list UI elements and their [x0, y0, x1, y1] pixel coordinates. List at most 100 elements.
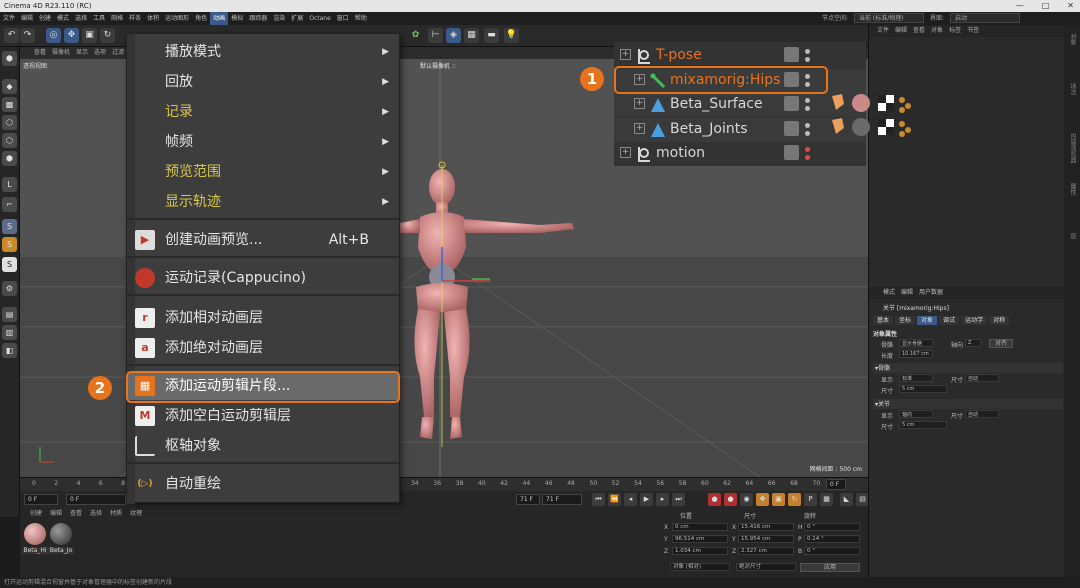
right-tab[interactable]: 层: [1068, 233, 1077, 239]
minimize-icon[interactable]: —: [1016, 0, 1024, 12]
undo-icon[interactable]: ↶: [4, 28, 19, 43]
goto-end-icon[interactable]: ⏭: [672, 493, 685, 506]
position-field[interactable]: 0 cm: [672, 523, 728, 531]
size-mode-select[interactable]: 绝对尺寸: [736, 563, 796, 571]
tag-icon[interactable]: ◈: [446, 28, 461, 43]
object-menu-item[interactable]: 查看: [913, 27, 925, 34]
keyframe-selection-icon[interactable]: ◉: [740, 493, 753, 506]
menu-item[interactable]: 文件: [0, 12, 18, 25]
texture-mode-icon[interactable]: ▩: [2, 97, 17, 112]
size-field[interactable]: 15.416 cm: [738, 523, 794, 531]
deformer-icon[interactable]: ✿: [408, 28, 423, 43]
material-menu-item[interactable]: 编辑: [50, 510, 62, 517]
menu-item[interactable]: r 添加相对动画层: [127, 304, 399, 332]
material-swatch[interactable]: Beta_Hi: [22, 523, 48, 554]
joints-section-header[interactable]: ▾关节: [873, 399, 1063, 409]
maximize-icon[interactable]: □: [1042, 0, 1050, 12]
grid-icon[interactable]: ▤: [2, 307, 17, 322]
editor-visibility-dot[interactable]: [805, 98, 810, 103]
bone-select[interactable]: 显示骨骼: [899, 339, 933, 347]
make-editable-icon[interactable]: ⬢: [2, 51, 17, 66]
menu-item[interactable]: 扩展: [288, 12, 306, 25]
length-field[interactable]: 10.167 cm: [899, 350, 933, 358]
render-visibility-dot[interactable]: [805, 130, 810, 136]
align-button[interactable]: 对齐: [989, 339, 1013, 348]
object-row[interactable]: + T-pose: [614, 44, 866, 68]
size-field[interactable]: 2.327 cm: [738, 547, 794, 555]
expand-icon[interactable]: +: [620, 49, 631, 60]
object-menu-item[interactable]: 编辑: [895, 27, 907, 34]
rotate-icon[interactable]: ↻: [100, 28, 115, 43]
menu-item[interactable]: 预览范围 ▶: [127, 158, 399, 186]
object-name[interactable]: T-pose: [656, 47, 702, 63]
axis-select[interactable]: Z: [965, 339, 981, 347]
scene-icon[interactable]: ▦: [464, 28, 479, 43]
material-menu-item[interactable]: 查看: [70, 510, 82, 517]
start-frame-field[interactable]: 0 F: [66, 494, 126, 505]
menu-item[interactable]: 模拟: [228, 12, 246, 25]
menu-item[interactable]: 记录 ▶: [127, 98, 399, 126]
right-tab[interactable]: 对象: [1068, 33, 1077, 45]
menu-item[interactable]: ◉ 运动记录(Cappucino): [127, 264, 399, 292]
material-menu-item[interactable]: 纹理: [130, 510, 142, 517]
viewport-menu-item[interactable]: 查看: [34, 49, 46, 56]
menu-item[interactable]: ▶ 创建动画预览... Alt+B: [127, 226, 399, 254]
menu-item[interactable]: M 添加空白运动剪辑层: [127, 402, 399, 430]
attribute-menu-item[interactable]: 编辑: [901, 289, 913, 296]
scale-icon[interactable]: ▣: [82, 28, 97, 43]
solo-icon[interactable]: S: [2, 237, 17, 252]
end-frame-field[interactable]: 71 F: [516, 494, 540, 505]
menu-item[interactable]: 样条: [126, 12, 144, 25]
goto-start-icon[interactable]: ⏮: [592, 493, 605, 506]
editor-visibility-dot[interactable]: [805, 147, 810, 152]
menu-item[interactable]: 枢轴对象: [127, 432, 399, 460]
lock-icon[interactable]: ⚙: [2, 281, 17, 296]
object-name[interactable]: Beta_Joints: [670, 121, 748, 137]
object-menu-item[interactable]: 书签: [967, 27, 979, 34]
menu-item[interactable]: 体积: [144, 12, 162, 25]
bone-size-mode-select[interactable]: 自动: [965, 374, 999, 382]
camera-icon[interactable]: ▬: [484, 28, 499, 43]
menu-item[interactable]: 显示轨迹 ▶: [127, 188, 399, 216]
menu-item[interactable]: a 添加绝对动画层: [127, 334, 399, 362]
close-icon[interactable]: ✕: [1067, 0, 1074, 12]
attribute-tab[interactable]: 对象: [917, 316, 938, 325]
viewport-menu-item[interactable]: 过滤: [112, 49, 124, 56]
render-visibility-dot[interactable]: [805, 57, 810, 62]
menu-item[interactable]: 角色: [192, 12, 210, 25]
menu-item[interactable]: 选择: [72, 12, 90, 25]
menu-item[interactable]: 窗口: [334, 12, 352, 25]
next-frame-icon[interactable]: ▸: [656, 493, 669, 506]
bone-display-select[interactable]: 标准: [899, 374, 933, 382]
menu-item[interactable]: 运动图形: [162, 12, 192, 25]
object-menu-item[interactable]: 标签: [949, 27, 961, 34]
attribute-tab[interactable]: 基本: [873, 316, 894, 325]
node-space-select[interactable]: 当前 (标准/物理): [853, 13, 924, 23]
menu-item[interactable]: 网格: [108, 12, 126, 25]
workplane-icon[interactable]: S: [2, 219, 17, 234]
rotation-field[interactable]: 0 °: [804, 547, 860, 555]
material-menu-item[interactable]: 材质: [110, 510, 122, 517]
autokey-icon[interactable]: ●: [724, 493, 737, 506]
snap-icon[interactable]: ⌐: [2, 197, 17, 212]
prev-frame-icon[interactable]: ◂: [624, 493, 637, 506]
edges-mode-icon[interactable]: ⬡: [2, 133, 17, 148]
layout-select[interactable]: 启动: [950, 13, 1020, 23]
material-menu-item[interactable]: 选择: [90, 510, 102, 517]
expand-icon[interactable]: +: [620, 147, 631, 158]
light-icon[interactable]: 💡: [504, 28, 519, 43]
layers-icon[interactable]: ▥: [2, 325, 17, 340]
key-scale-icon[interactable]: ▣: [772, 493, 785, 506]
menu-item[interactable]: 回放 ▶: [127, 68, 399, 96]
attribute-tab[interactable]: 对称: [989, 316, 1010, 325]
joint-size-field[interactable]: 5 cm: [899, 421, 947, 429]
key-param-icon[interactable]: P: [804, 493, 817, 506]
right-tab[interactable]: 场次: [1068, 83, 1077, 95]
prev-key-icon[interactable]: ⏪: [608, 493, 621, 506]
layer-toggle-icon[interactable]: [784, 145, 799, 160]
attribute-tab[interactable]: 运动学: [961, 316, 988, 325]
coord-mode-select[interactable]: 对象 (相对): [670, 563, 730, 571]
menu-item[interactable]: 创建: [36, 12, 54, 25]
palette-icon[interactable]: ◧: [2, 343, 17, 358]
object-menu-item[interactable]: 文件: [877, 27, 889, 34]
